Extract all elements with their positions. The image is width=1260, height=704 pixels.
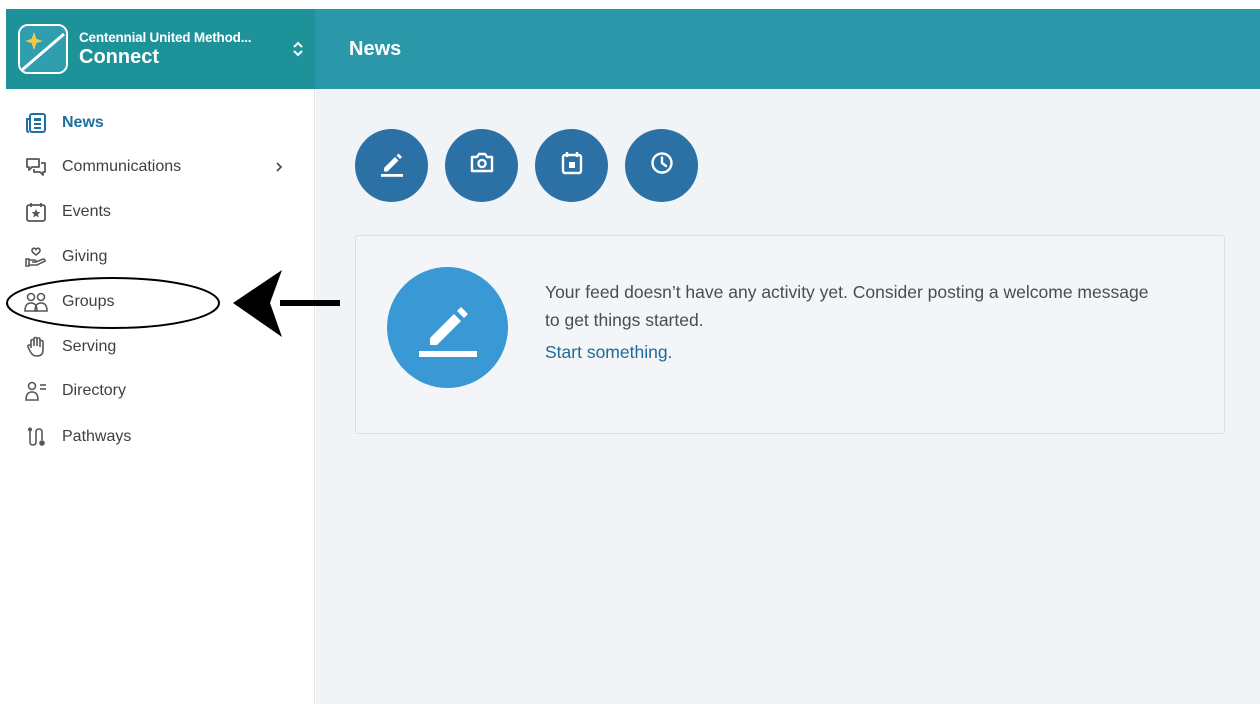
clock-icon [648, 149, 676, 182]
sidebar-item-label: Groups [62, 293, 115, 310]
sidebar-item-serving[interactable]: Serving [24, 332, 284, 362]
sidebar-item-communications[interactable]: Communications [24, 152, 284, 182]
people-icon [24, 290, 48, 314]
empty-feed-card: Your feed doesn’t have any activity yet.… [355, 235, 1225, 434]
chevron-up-down-icon [291, 38, 305, 60]
post-actions [355, 129, 698, 202]
raised-hand-icon [24, 335, 48, 359]
page-header: News [315, 9, 1260, 89]
pencil-icon [387, 267, 508, 388]
org-switcher[interactable]: Centennial United Method... Connect [6, 9, 315, 89]
new-post-button[interactable] [355, 129, 428, 202]
sidebar-item-pathways[interactable]: Pathways [24, 422, 284, 452]
page-title: News [349, 37, 402, 60]
sidebar-item-label: Events [62, 203, 111, 220]
chat-bubbles-icon [24, 155, 48, 179]
app-name: Connect [79, 45, 159, 68]
start-something-link[interactable]: Start something. [545, 342, 672, 363]
sidebar-item-events[interactable]: Events [24, 197, 284, 227]
sidebar-item-label: Serving [62, 338, 117, 355]
top-bar: Centennial United Method... Connect News [6, 9, 1260, 89]
sidebar-item-label: Communications [62, 158, 182, 175]
scheduled-post-button[interactable] [625, 129, 698, 202]
main-content: Your feed doesn’t have any activity yet.… [316, 89, 1260, 704]
calendar-star-icon [24, 200, 48, 224]
pencil-icon [377, 148, 407, 183]
sidebar-item-label: Giving [62, 248, 108, 265]
newspaper-icon [24, 111, 48, 135]
chevron-right-icon [274, 158, 284, 181]
camera-icon [468, 149, 496, 182]
sidebar-item-label: News [62, 114, 104, 131]
event-post-button[interactable] [535, 129, 608, 202]
photo-post-button[interactable] [445, 129, 518, 202]
sidebar-item-directory[interactable]: Directory [24, 376, 284, 406]
sidebar-item-label: Pathways [62, 428, 132, 445]
pathway-icon [24, 425, 48, 449]
org-name: Centennial United Method... [79, 29, 252, 45]
calendar-icon [558, 149, 586, 182]
sidebar-item-giving[interactable]: Giving [24, 242, 284, 272]
app-logo-icon [18, 24, 68, 74]
sidebar-item-news[interactable]: News [24, 108, 284, 138]
sidebar: News Communications Events Giving Groups… [6, 89, 315, 704]
sidebar-item-label: Directory [62, 382, 127, 399]
hand-heart-icon [24, 245, 48, 269]
person-list-icon [24, 379, 48, 403]
sidebar-item-groups[interactable]: Groups [24, 287, 284, 317]
empty-feed-message: Your feed doesn’t have any activity yet.… [545, 282, 1149, 330]
